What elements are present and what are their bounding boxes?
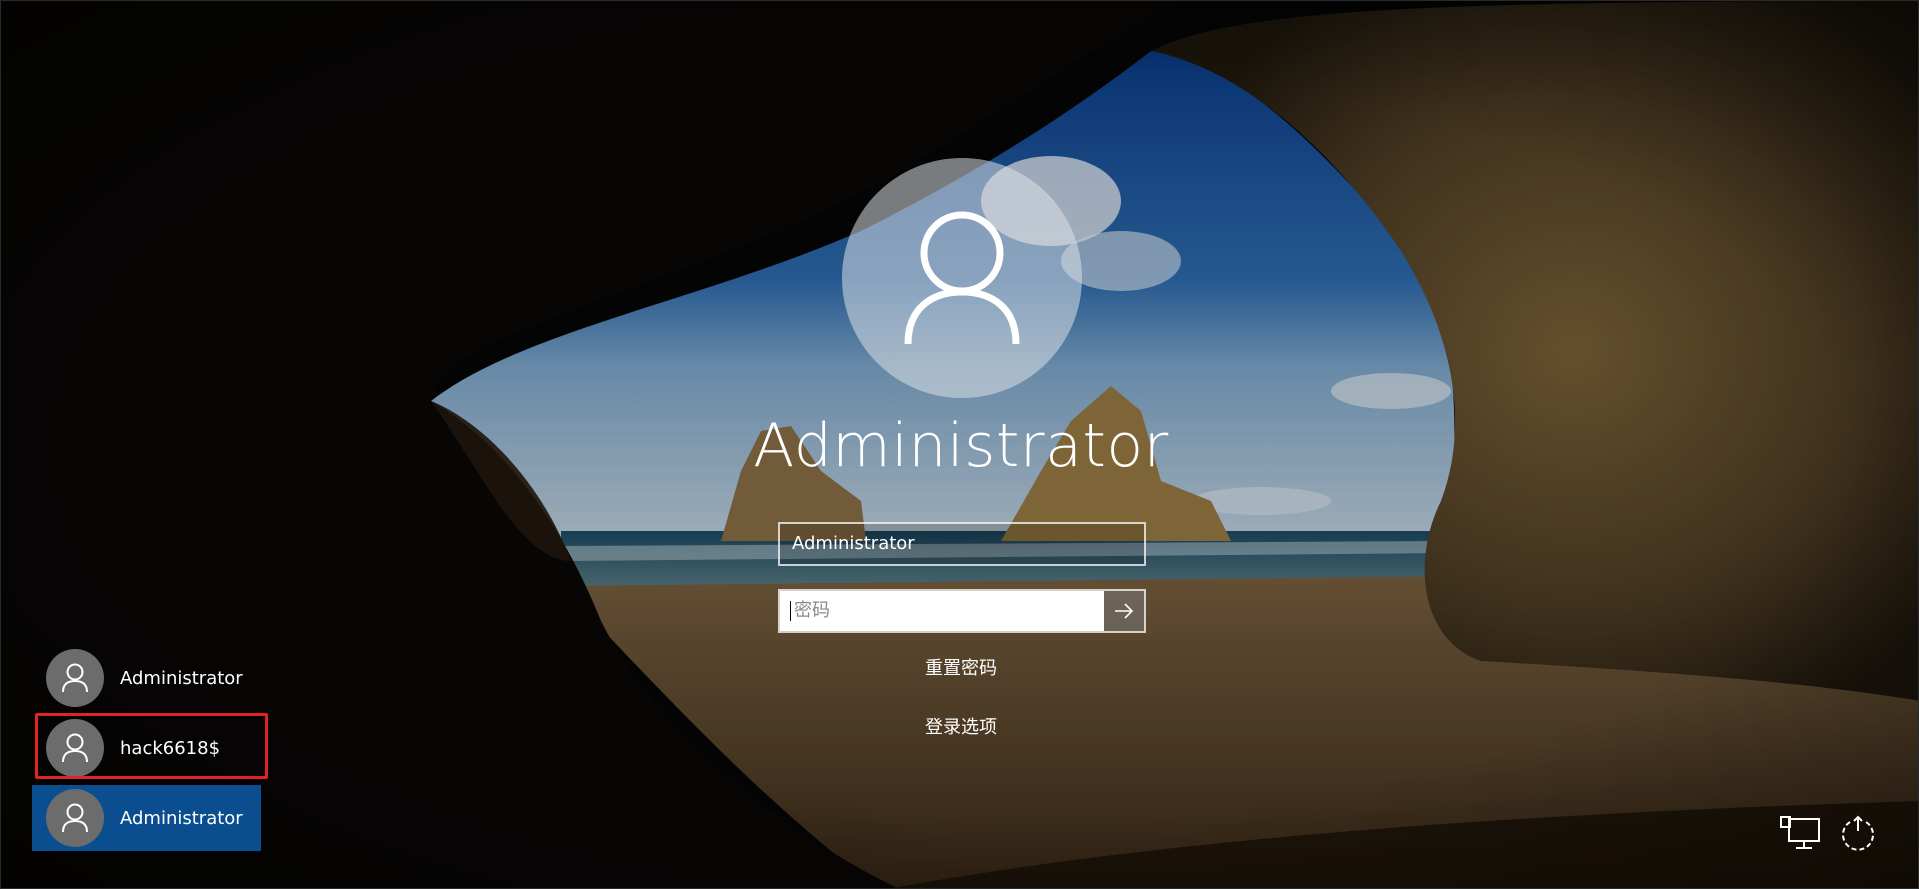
text-caret xyxy=(790,601,791,621)
avatar xyxy=(46,719,104,777)
signin-options-link[interactable]: 登录选项 xyxy=(861,713,1061,739)
user-tile[interactable]: hack6618$ xyxy=(32,715,260,781)
user-switcher-list: Administrator hack6618$ Administrator xyxy=(32,645,262,855)
user-tile-label: hack6618$ xyxy=(120,737,221,759)
lock-screen: Administrator Administrator 密码 重置密码 登录选项… xyxy=(0,0,1919,889)
password-placeholder: 密码 xyxy=(794,600,830,621)
user-tile-label: Administrator xyxy=(120,667,243,689)
network-icon xyxy=(1780,816,1820,849)
user-icon xyxy=(62,733,88,763)
avatar xyxy=(46,789,104,847)
current-username-heading: Administrator xyxy=(753,411,1169,481)
user-tile[interactable]: Administrator xyxy=(32,645,260,711)
submit-button[interactable] xyxy=(1104,591,1144,631)
avatar xyxy=(46,649,104,707)
user-icon xyxy=(62,663,88,693)
user-tile-label: Administrator xyxy=(120,807,243,829)
power-button[interactable] xyxy=(1835,813,1881,853)
user-icon xyxy=(904,211,1020,345)
password-input[interactable]: 密码 xyxy=(780,591,1104,631)
user-avatar-large xyxy=(842,158,1082,398)
user-tile-selected[interactable]: Administrator xyxy=(32,785,261,851)
username-field[interactable]: Administrator xyxy=(778,522,1146,566)
reset-password-link[interactable]: 重置密码 xyxy=(861,654,1061,680)
power-icon xyxy=(1842,815,1874,851)
user-icon xyxy=(62,803,88,833)
arrow-right-icon xyxy=(1115,603,1134,619)
network-button[interactable] xyxy=(1777,813,1823,853)
password-row: 密码 xyxy=(778,589,1146,633)
